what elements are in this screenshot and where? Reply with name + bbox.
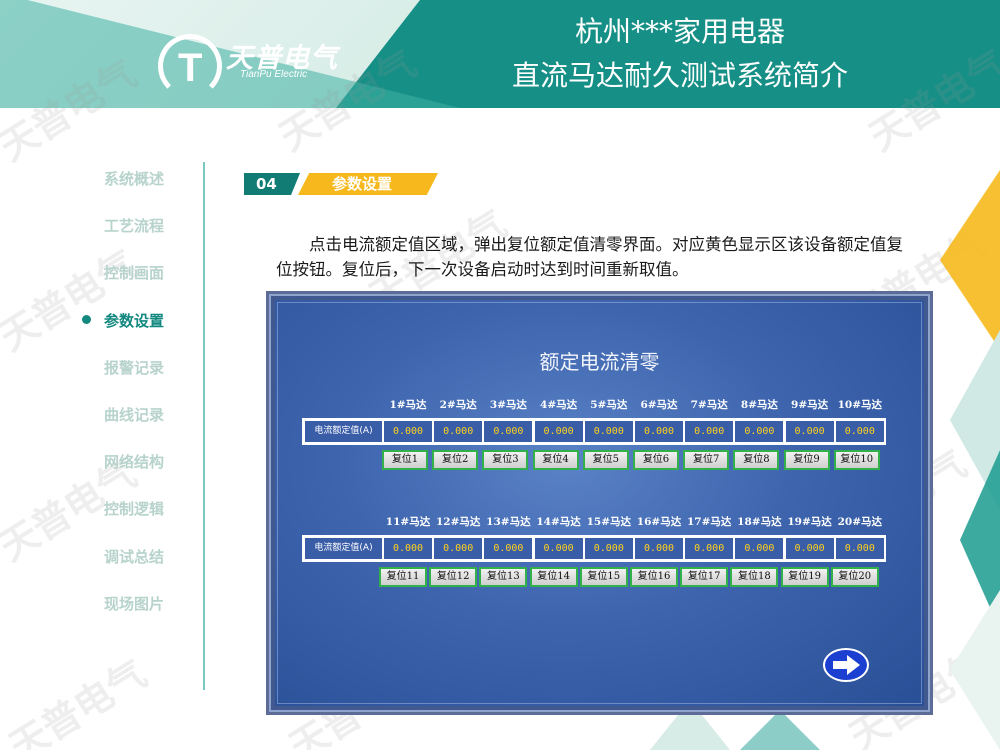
section-label: 参数设置: [298, 173, 438, 195]
page-title-line1: 杭州***家用电器: [574, 15, 785, 48]
sidebar-item-curves[interactable]: 曲线记录: [104, 404, 204, 425]
motor-label: 7#马达: [690, 399, 728, 411]
motor-label: 10#马达: [837, 399, 882, 411]
reset-button[interactable]: 复位10: [833, 450, 880, 470]
rated-current-value[interactable]: 0.000: [785, 538, 834, 559]
sidebar-divider: [203, 162, 205, 690]
arrow-right-icon: [833, 655, 860, 675]
sidebar-item-network[interactable]: 网络结构: [104, 451, 204, 472]
motor-label: 13#马达: [486, 516, 531, 528]
watermark-text: 天普电气: [1, 651, 154, 750]
sidebar-item-parameters[interactable]: 参数设置: [82, 310, 204, 331]
next-page-button[interactable]: [823, 648, 869, 682]
motor-label: 9#马达: [791, 399, 829, 411]
rated-current-value[interactable]: 0.000: [384, 538, 432, 559]
hmi-screen: 额定电流清零 1#马达 2#马达 3#马达 4#马达 5#马达 6#马达 7#马达 8#马达 9…: [266, 291, 933, 715]
rated-current-value[interactable]: 0.000: [835, 421, 884, 442]
reset-button[interactable]: 复位9: [783, 450, 830, 470]
reset-button[interactable]: 复位15: [579, 567, 628, 587]
rated-current-row[interactable]: 电流额定值(A) 0.000 0.000 0.000 0.000 0.000 0.000 0.…: [302, 418, 886, 445]
reset-button[interactable]: 复位19: [780, 567, 829, 587]
motor-label: 16#马达: [636, 516, 682, 528]
header-banner: T 天普电气 TianPu Electric 杭州***家用电器 直流马达耐久测…: [0, 0, 1000, 108]
motor-label: 18#马达: [737, 516, 782, 528]
reset-button[interactable]: 复位18: [730, 567, 779, 587]
sidebar-item-label: 参数设置: [104, 312, 165, 330]
motor-label: 20#马达: [837, 516, 882, 528]
page-title-line2: 直流马达耐久测试系统简介: [511, 59, 848, 92]
company-subtitle: TianPu Electric: [240, 69, 308, 80]
section-description: 点击电流额定值区域，弹出复位额定值清零界面。对应黄色显示区该设备额定值复位按钮。…: [276, 235, 903, 279]
rated-current-value[interactable]: 0.000: [685, 538, 734, 559]
motor-label-row: 11#马达 12#马达 13#马达 14#马达 15#马达 16#马达 17#马达 18#马达…: [269, 514, 882, 528]
hmi-title: 额定电流清零: [539, 350, 660, 374]
watermark-text: 天普电气: [0, 241, 144, 360]
rated-current-value[interactable]: 0.000: [635, 538, 683, 559]
motor-label: 6#马达: [640, 399, 678, 411]
sidebar-item-alarms[interactable]: 报警记录: [104, 357, 204, 378]
rated-current-value[interactable]: 0.000: [835, 538, 884, 559]
side-decoration: [940, 170, 1000, 750]
rated-current-value[interactable]: 0.000: [584, 538, 633, 559]
motor-label: 19#马达: [787, 516, 832, 528]
motor-label: 15#马达: [586, 516, 631, 528]
rated-current-value[interactable]: 0.000: [685, 421, 734, 442]
rated-current-value[interactable]: 0.000: [534, 421, 583, 442]
reset-button[interactable]: 复位7: [683, 450, 730, 470]
rated-current-value[interactable]: 0.000: [434, 538, 483, 559]
sidebar-item-summary[interactable]: 调试总结: [104, 546, 204, 567]
reset-button[interactable]: 复位8: [733, 450, 780, 470]
reset-button[interactable]: 复位17: [680, 567, 729, 587]
rated-current-value[interactable]: 0.000: [584, 421, 633, 442]
sidebar-item-overview[interactable]: 系统概述: [104, 168, 204, 189]
reset-button[interactable]: 复位5: [582, 450, 629, 470]
section-number: 04: [244, 173, 300, 195]
sidebar-item-photos[interactable]: 现场图片: [104, 593, 204, 614]
reset-button[interactable]: 复位14: [529, 567, 578, 587]
rated-current-value[interactable]: 0.000: [434, 421, 483, 442]
motor-label: 14#马达: [536, 516, 581, 528]
reset-button[interactable]: 复位13: [479, 567, 528, 587]
reset-button[interactable]: 复位12: [429, 567, 478, 587]
motor-label: 8#马达: [740, 399, 778, 411]
rated-current-value[interactable]: 0.000: [785, 421, 834, 442]
reset-button[interactable]: 复位4: [532, 450, 579, 470]
active-dot-icon: [82, 315, 91, 324]
motor-label-row: 1#马达 2#马达 3#马达 4#马达 5#马达 6#马达 7#马达 8#马达 9#马达 10#马…: [269, 397, 882, 411]
motor-label: 17#马达: [686, 516, 732, 528]
motor-label: 3#马达: [489, 399, 527, 411]
motor-label: 4#马达: [540, 399, 578, 411]
sidebar-item-control-screen[interactable]: 控制画面: [104, 262, 204, 283]
rated-current-label: 电流额定值(A): [305, 538, 382, 559]
rated-current-row[interactable]: 电流额定值(A) 0.000 0.000 0.000 0.000 0.000 0.000 0.…: [302, 535, 886, 562]
rated-current-value[interactable]: 0.000: [735, 538, 784, 559]
rated-current-label: 电流额定值(A): [305, 421, 382, 442]
rated-current-value[interactable]: 0.000: [635, 421, 683, 442]
rated-current-value[interactable]: 0.000: [735, 421, 784, 442]
motor-label: 5#马达: [590, 399, 628, 411]
reset-button[interactable]: 复位20: [830, 567, 879, 587]
logo-t-icon: T: [178, 46, 203, 90]
reset-button[interactable]: 复位6: [633, 450, 679, 470]
reset-button[interactable]: 复位2: [432, 450, 479, 470]
sidebar-item-process[interactable]: 工艺流程: [104, 215, 204, 236]
motor-label: 1#马达: [389, 399, 427, 411]
rated-current-value[interactable]: 0.000: [484, 421, 533, 442]
rated-current-value[interactable]: 0.000: [484, 538, 533, 559]
motor-label: 11#马达: [385, 516, 431, 528]
rated-current-value[interactable]: 0.000: [534, 538, 583, 559]
reset-button[interactable]: 复位1: [382, 450, 428, 470]
reset-button[interactable]: 复位11: [379, 567, 427, 587]
rated-current-value[interactable]: 0.000: [384, 421, 432, 442]
sidebar-item-logic[interactable]: 控制逻辑: [104, 498, 204, 519]
motor-label: 12#马达: [435, 516, 481, 528]
reset-button[interactable]: 复位3: [482, 450, 529, 470]
reset-button[interactable]: 复位16: [630, 567, 678, 587]
motor-label: 2#马达: [439, 399, 477, 411]
